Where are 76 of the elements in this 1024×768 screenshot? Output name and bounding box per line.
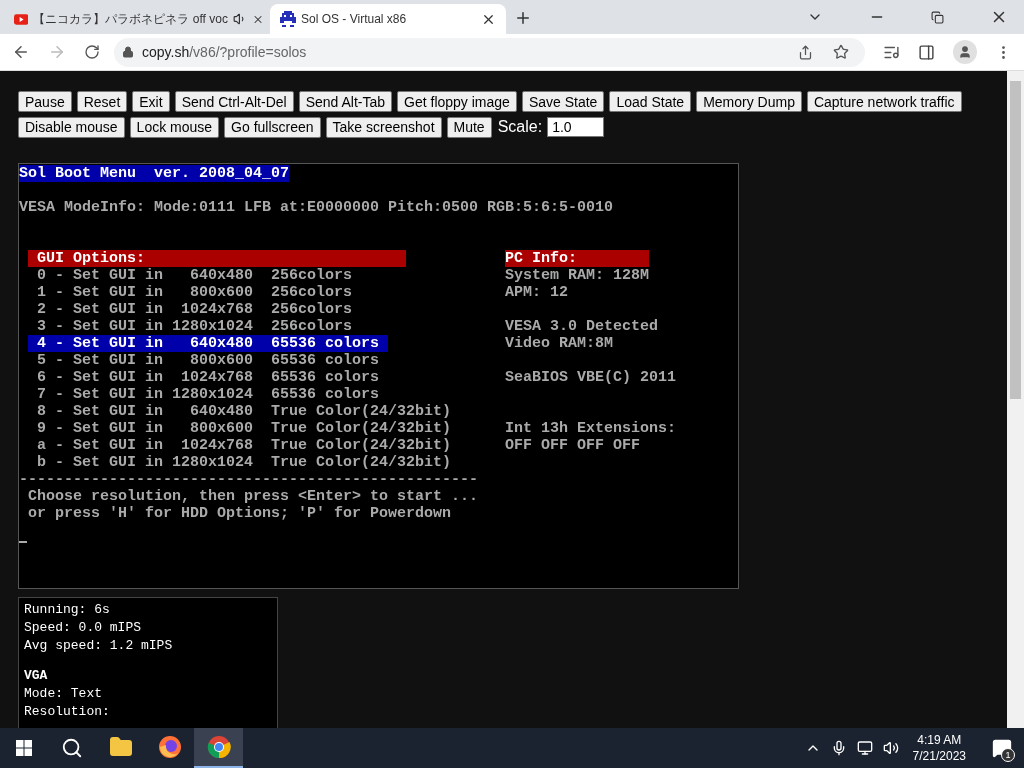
- scale-label: Scale:: [497, 117, 543, 137]
- share-icon[interactable]: [798, 44, 813, 60]
- profile-avatar[interactable]: [953, 40, 977, 64]
- prompt-text: Choose resolution, then press <Enter> to start ...: [27, 488, 479, 505]
- side-panel-icon[interactable]: [918, 43, 935, 61]
- resolution-option[interactable]: 2 - Set GUI in 1024x768 256colors: [28, 301, 388, 318]
- text-cursor: [19, 541, 27, 543]
- fox-globe-icon: [157, 735, 182, 759]
- stats-heading: VGA: [24, 667, 49, 685]
- resolution-option[interactable]: 0 - Set GUI in 640x480 256colors: [28, 267, 388, 284]
- stats-line: Speed: 0.0 mIPS: [24, 619, 143, 637]
- notification-count: 1: [1001, 748, 1015, 762]
- stats-line: Avg speed: 1.2 mIPS: [24, 637, 174, 655]
- windows-logo-icon[interactable]: [16, 740, 32, 756]
- restore-icon[interactable]: [931, 10, 944, 24]
- back-icon[interactable]: [12, 43, 30, 61]
- control-button[interactable]: Mute: [446, 116, 492, 138]
- resolution-option[interactable]: 9 - Set GUI in 800x600 True Color(24/32bit): [28, 420, 452, 437]
- vesa-info: VESA ModeInfo: Mode:0111 LFB at:E0000000 Pitch:0500 RGB:5:6:5-0010: [19, 199, 615, 216]
- search-icon[interactable]: [61, 737, 83, 759]
- pc-info-heading: PC Info:: [505, 250, 649, 267]
- star-icon[interactable]: [833, 44, 849, 60]
- control-button[interactable]: Get floppy image: [397, 91, 517, 112]
- new-tab-icon[interactable]: [514, 9, 532, 27]
- resolution-option[interactable]: 4 - Set GUI in 640x480 65536 colors: [28, 335, 388, 352]
- reload-icon[interactable]: [84, 44, 100, 60]
- resolution-option[interactable]: 6 - Set GUI in 1024x768 65536 colors: [28, 369, 388, 386]
- pixel-invader-icon: [280, 11, 296, 27]
- prompt-text: or press 'H' for HDD Options; 'P' for Powerdown: [27, 505, 452, 522]
- extensions-value: OFF OFF OFF OFF: [505, 437, 642, 454]
- control-button[interactable]: Pause: [18, 91, 72, 112]
- resolution-option[interactable]: 5 - Set GUI in 800x600 65536 colors: [28, 352, 388, 369]
- browser-tab[interactable]: Sol OS - Virtual x86: [270, 4, 506, 34]
- folder-icon: [108, 735, 133, 759]
- resolution-option[interactable]: b - Set GUI in 1280x1024 True Color(24/32bit): [28, 454, 452, 471]
- resolution-option[interactable]: 7 - Set GUI in 1280x1024 65536 colors: [28, 386, 388, 403]
- taskbar-app[interactable]: [194, 728, 243, 768]
- volume-icon[interactable]: [882, 740, 899, 756]
- control-button[interactable]: Lock mouse: [129, 116, 220, 138]
- tab-title: 【ニコカラ】パラボネピネラ off voc: [33, 11, 228, 28]
- pc-info-line: System RAM: 128M: [505, 267, 651, 284]
- resolution-option[interactable]: 8 - Set GUI in 640x480 True Color(24/32bit): [28, 403, 452, 420]
- control-button[interactable]: Send Alt-Tab: [298, 91, 393, 112]
- tab-title: Sol OS - Virtual x86: [301, 11, 408, 28]
- url-text: copy.sh/v86/?profile=solos: [142, 42, 307, 62]
- control-button[interactable]: Disable mouse: [18, 116, 125, 138]
- extensions-heading: Int 13h Extensions:: [505, 420, 677, 437]
- boot-menu-title: Sol Boot Menu ver. 2008_04_07: [19, 165, 290, 182]
- resolution-option[interactable]: 3 - Set GUI in 1280x1024 256colors: [28, 318, 388, 335]
- stats-line: Resolution:: [24, 703, 111, 721]
- pc-info-line: SeaBIOS VBE(C) 2011: [505, 369, 677, 386]
- control-button[interactable]: Take screenshot: [325, 116, 442, 138]
- control-button[interactable]: Exit: [132, 91, 170, 112]
- control-button[interactable]: Save State: [521, 91, 605, 112]
- pc-info-line: APM: 12: [505, 284, 569, 301]
- scale-field[interactable]: 1.0: [547, 117, 605, 137]
- dashed-divider: ---------------------------------------------------: [19, 471, 480, 488]
- stats-line: Running: 6s: [24, 601, 111, 619]
- pc-info-line: VESA 3.0 Detected: [505, 318, 660, 335]
- stats-line: Mode: Text: [24, 685, 103, 703]
- network-icon[interactable]: [856, 740, 873, 756]
- address-field[interactable]: copy.sh/v86/?profile=solos: [114, 37, 865, 67]
- round-browser-icon: [206, 735, 231, 759]
- resolution-option[interactable]: a - Set GUI in 1024x768 True Color(24/32bit): [28, 437, 452, 454]
- control-button[interactable]: Memory Dump: [696, 91, 802, 112]
- gui-options-heading: GUI Options:: [28, 250, 406, 267]
- control-button[interactable]: Capture network traffic: [806, 91, 962, 112]
- clock[interactable]: 4:19 AM 7/21/2023: [908, 732, 970, 764]
- control-button[interactable]: Reset: [76, 91, 128, 112]
- play-logo-icon: [14, 12, 29, 26]
- resolution-option[interactable]: 1 - Set GUI in 800x600 256colors: [28, 284, 388, 301]
- control-button[interactable]: Send Ctrl-Alt-Del: [174, 91, 294, 112]
- control-button[interactable]: Load State: [609, 91, 692, 112]
- pc-info-line: Video RAM:8M: [505, 335, 615, 352]
- control-button[interactable]: Go fullscreen: [224, 116, 321, 138]
- lock-icon: [122, 46, 134, 58]
